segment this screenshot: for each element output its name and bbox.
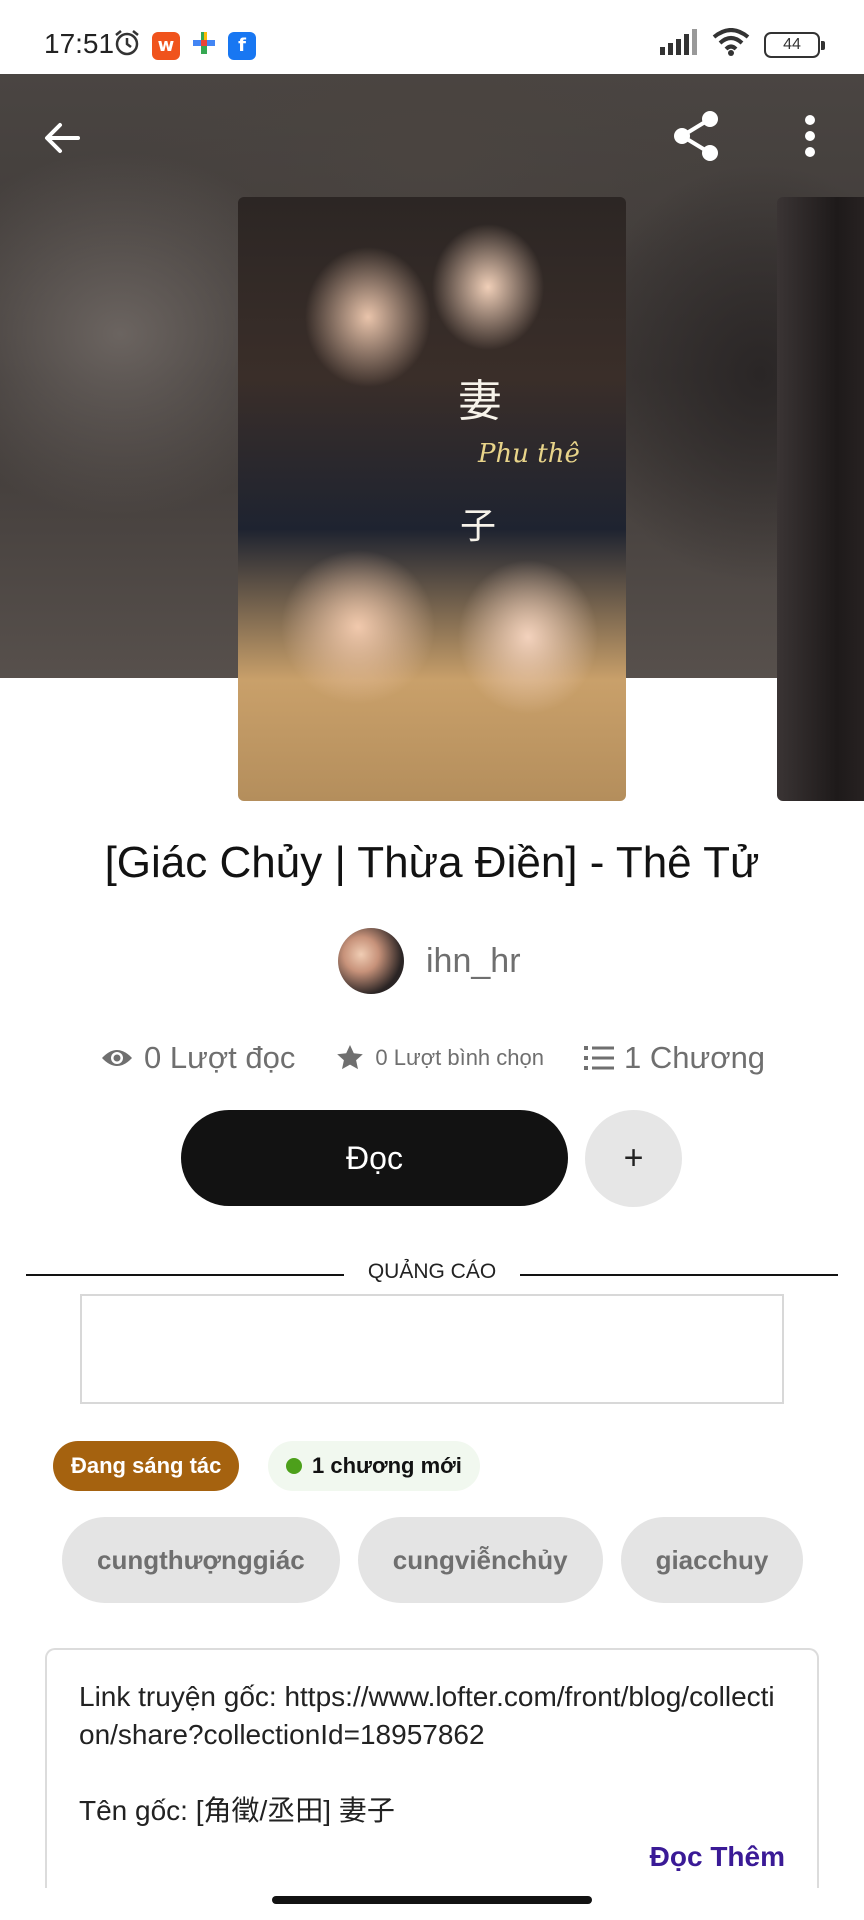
next-cover-image[interactable] [777, 197, 864, 801]
tag-chip[interactable]: giacchuy [620, 1517, 804, 1603]
alarm-icon [112, 28, 142, 63]
cover-overlay-text: Phu thê [478, 439, 580, 469]
author-link[interactable]: ihn_hr [338, 928, 521, 994]
chapters-stat: 1 Chương [584, 1040, 765, 1076]
chapters-count: 1 Chương [624, 1040, 766, 1075]
cover-overlay-text: 子 [460, 506, 497, 547]
wifi-icon [712, 28, 750, 61]
new-chapters-label: 1 chương mới [312, 1453, 462, 1478]
ad-divider: QUẢNG CÁO [26, 1260, 838, 1288]
more-menu-button[interactable] [790, 110, 830, 162]
status-time: 17:51 [44, 28, 115, 59]
add-to-library-button[interactable]: + [585, 1110, 682, 1207]
tag-chip[interactable]: cungthượnggiác [62, 1517, 340, 1603]
cover-overlay-text: 妻 [458, 376, 502, 427]
home-indicator[interactable] [272, 1896, 592, 1904]
notification-icons: w f [112, 28, 256, 63]
new-chapters-badge: 1 chương mới [268, 1441, 480, 1491]
read-more-link[interactable]: Đọc Thêm [650, 1838, 785, 1876]
description-line: Link truyện gốc: https://www.lofter.com/… [79, 1681, 775, 1750]
facebook-icon: f [228, 31, 256, 60]
story-description: Link truyện gốc: https://www.lofter.com/… [45, 1648, 819, 1888]
more-vertical-icon [805, 115, 815, 157]
status-bar: 17:51 w f 44 [0, 0, 864, 74]
app-w-icon: w [152, 31, 180, 60]
tag-chip[interactable]: cungviễnchủy [357, 1517, 603, 1603]
battery-icon: 44 [764, 31, 825, 58]
ad-label: QUẢNG CÁO [367, 1260, 497, 1283]
reads-count: 0 Lượt đọc [144, 1040, 296, 1075]
system-icons: 44 [658, 28, 825, 61]
star-icon [337, 1045, 364, 1070]
tag-list: cungthượnggiác cungviễnchủy giacchuy [62, 1517, 804, 1603]
description-line: Tên gốc: [角徵/丞田] 妻子 [79, 1795, 395, 1826]
story-cover-image[interactable]: 妻 Phu thê 子 [238, 197, 626, 801]
votes-stat: 0 Lượt bình chọn [335, 1043, 544, 1073]
green-dot-icon [286, 1458, 302, 1474]
ad-slot[interactable] [80, 1294, 784, 1404]
story-title: [Giác Chủy | Thừa Điền] - Thê Tử [104, 838, 760, 887]
eye-icon [102, 1050, 132, 1066]
votes-count: 0 Lượt bình chọn [375, 1045, 544, 1070]
avatar[interactable] [338, 928, 404, 994]
share-icon [674, 111, 718, 161]
share-button[interactable] [668, 107, 726, 165]
author-name[interactable]: ihn_hr [426, 942, 521, 981]
read-button[interactable]: Đọc [181, 1110, 568, 1206]
reads-stat: 0 Lượt đọc [100, 1040, 295, 1076]
signal-icon [658, 29, 698, 60]
story-stats: 0 Lượt đọc 0 Lượt bình chọn 1 Chương [100, 1036, 765, 1080]
list-icon [584, 1046, 614, 1070]
app-sparkle-icon [190, 29, 218, 62]
arrow-left-icon [45, 123, 80, 153]
status-badge: Đang sáng tác [53, 1441, 240, 1491]
back-button[interactable] [38, 114, 86, 162]
divider-line [520, 1274, 838, 1276]
